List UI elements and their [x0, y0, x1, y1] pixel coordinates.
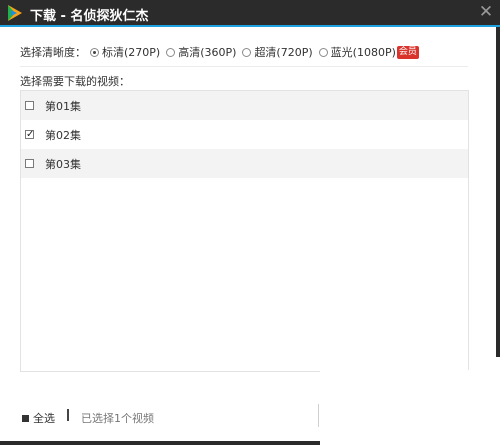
close-button[interactable]: ✕	[476, 2, 496, 22]
episode-label: 第01集	[45, 99, 81, 113]
footer-divider	[318, 404, 319, 427]
selected-count: 已选择1个视频	[81, 412, 154, 425]
episode-item-03[interactable]: 第03集	[21, 149, 468, 178]
checkbox-icon[interactable]	[25, 101, 34, 110]
definition-option-label: 蓝光(1080P)	[330, 46, 396, 59]
definition-option-label: 标清(270P)	[102, 46, 161, 59]
radio-icon	[166, 47, 176, 57]
footer-blank-area	[320, 370, 500, 445]
episode-list: 第01集 第02集 第03集	[20, 90, 469, 372]
episode-item-01[interactable]: 第01集	[21, 91, 468, 120]
radio-icon	[242, 47, 252, 57]
definition-label: 选择清晰度：	[20, 46, 86, 59]
radio-icon	[318, 47, 328, 57]
definition-selector: 选择清晰度： 标清(270P) 高清(360P) 超清(720P) 蓝光(108…	[20, 44, 425, 60]
definition-option-270p[interactable]: 标清(270P)	[90, 44, 160, 60]
window-edge-bottom	[0, 441, 320, 445]
episode-label: 第02集	[45, 128, 81, 142]
window-title: 下载 - 名侦探狄仁杰	[30, 9, 149, 24]
footer-separator	[67, 409, 69, 421]
title-bar: 下载 - 名侦探狄仁杰 ✕	[0, 0, 500, 27]
radio-selected-icon	[90, 47, 99, 57]
definition-option-360p[interactable]: 高清(360P)	[166, 44, 236, 60]
tencent-video-logo-icon	[8, 5, 22, 21]
definition-option-1080p[interactable]: 蓝光(1080P) 会员	[318, 44, 419, 60]
divider	[20, 66, 468, 67]
window-edge-right	[496, 27, 500, 357]
select-all-indicator-icon	[22, 414, 29, 422]
definition-option-label: 超清(720P)	[254, 46, 313, 59]
close-icon: ✕	[478, 2, 494, 22]
select-all-toggle[interactable]: 全选	[22, 410, 55, 426]
download-dialog: 下载 - 名侦探狄仁杰 ✕ 选择清晰度： 标清(270P) 高清(360P) 超…	[0, 0, 500, 445]
episode-label: 第03集	[45, 157, 81, 171]
definition-option-720p[interactable]: 超清(720P)	[242, 44, 313, 60]
checkbox-icon[interactable]	[25, 159, 34, 168]
checkbox-checked-icon[interactable]	[25, 130, 34, 139]
vip-badge: 会员	[396, 45, 419, 59]
definition-option-label: 高清(360P)	[178, 46, 237, 59]
select-all-label: 全选	[33, 412, 55, 425]
video-list-label: 选择需要下载的视频：	[20, 75, 130, 88]
episode-item-02[interactable]: 第02集	[21, 120, 468, 149]
